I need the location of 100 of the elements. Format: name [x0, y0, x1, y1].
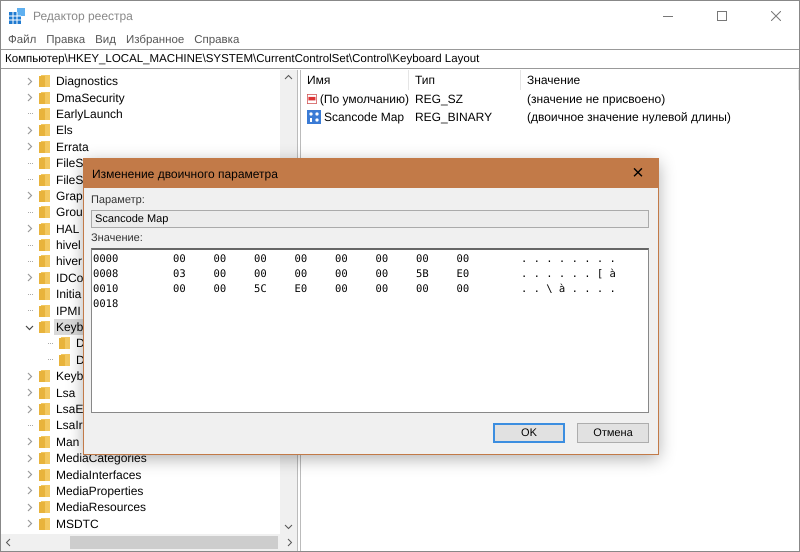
chevron-right-icon[interactable] — [25, 224, 34, 234]
chevron-down-icon[interactable] — [25, 322, 34, 332]
hex-ascii: . . . . . . [ à — [521, 268, 616, 280]
menu-item[interactable]: Файл — [3, 34, 42, 46]
scroll-right-icon[interactable] — [287, 538, 293, 547]
hex-byte: 00 — [335, 252, 349, 264]
value-data-cell-text: (значение не присвоено) — [526, 91, 666, 108]
dialog-button[interactable]: OK — [493, 423, 565, 443]
chevron-right-icon[interactable] — [25, 470, 34, 480]
tree-item[interactable]: MediaResources — [54, 499, 148, 516]
folder-icon — [38, 254, 51, 268]
folder-icon — [38, 468, 51, 482]
dialog-close-button[interactable]: × — [618, 159, 658, 188]
tree-item[interactable]: LsaE — [54, 401, 86, 417]
hex-editor-field[interactable]: 0000 00 00 00 00 00 00 00 00 . . . . . . . . 0008 03 00 00 00 00 00 5B E0 . . . . . . [ à 0010 00 00 5C E0 00 00 00 00 . . \ à . . . . 0018 — [91, 248, 649, 413]
hex-byte: 00 — [376, 268, 390, 280]
tree-item[interactable]: FileS — [54, 155, 86, 172]
chevron-right-icon[interactable] — [25, 486, 34, 496]
tree-item[interactable]: Lsa — [54, 384, 78, 401]
folder-icon — [38, 451, 51, 466]
menu-item[interactable]: Правка — [41, 34, 90, 46]
folder-icon — [38, 304, 51, 318]
tree-item[interactable]: Grou — [54, 204, 85, 220]
column-header[interactable]: Значение — [521, 70, 799, 90]
tree-item[interactable]: Diagnostics — [54, 73, 120, 90]
scroll-down-icon[interactable] — [284, 524, 293, 530]
chevron-right-icon[interactable] — [25, 191, 34, 200]
column-header[interactable]: Тип — [409, 70, 521, 90]
value-name-cell[interactable]: Scancode Map — [301, 108, 409, 126]
address-bar[interactable]: Компьютер\HKEY_LOCAL_MACHINE\SYSTEM\CurrentControlSet\Control\Keyboard Layout — [1, 49, 799, 69]
chevron-right-icon[interactable] — [25, 372, 34, 381]
chevron-right-icon[interactable] — [25, 454, 34, 463]
hex-address: 0000 — [93, 252, 120, 264]
scrollbar-thumb[interactable] — [70, 536, 278, 549]
menu-item[interactable]: Избранное — [120, 34, 190, 46]
tree-item[interactable]: Keyb — [54, 319, 86, 336]
value-name-cell[interactable]: (По умолчанию) — [301, 90, 409, 108]
hex-byte: 00 — [214, 282, 228, 294]
hex-byte: 00 — [416, 282, 430, 294]
window-title: Редактор реестра — [33, 9, 134, 23]
chevron-right-icon[interactable] — [25, 519, 34, 528]
horizontal-scrollbar[interactable] — [1, 534, 297, 551]
scroll-left-icon[interactable] — [5, 538, 11, 547]
tree-item[interactable]: IDCo — [54, 270, 86, 286]
hex-byte: 00 — [254, 268, 268, 280]
folder-icon — [38, 188, 51, 203]
scroll-up-icon[interactable] — [284, 74, 293, 80]
hex-byte: 00 — [214, 252, 228, 264]
dialog-title: Изменение двоичного параметра — [92, 166, 279, 180]
hex-byte: E0 — [456, 268, 470, 280]
close-icon[interactable] — [771, 11, 781, 21]
chevron-right-icon[interactable] — [25, 404, 34, 414]
tree-item[interactable]: Keyb — [54, 368, 86, 384]
chevron-right-icon[interactable] — [25, 126, 34, 135]
tree-item[interactable]: HAL — [54, 220, 82, 237]
tree-item[interactable]: Initia — [54, 286, 84, 302]
column-header[interactable]: Имя — [301, 70, 409, 90]
folder-icon — [38, 140, 51, 154]
menu-item[interactable]: Справка — [189, 34, 244, 46]
hex-address: 0008 — [93, 268, 120, 280]
chevron-right-icon[interactable] — [25, 142, 34, 152]
chevron-right-icon[interactable] — [25, 93, 34, 102]
tree-item[interactable]: hiver — [54, 253, 84, 270]
tree-item[interactable]: Errata — [54, 138, 91, 155]
chevron-right-icon[interactable] — [25, 502, 34, 512]
tree-item[interactable]: DmaSecurity — [54, 90, 127, 106]
folder-icon — [38, 123, 51, 138]
hex-byte: 03 — [173, 268, 187, 280]
hex-byte: 00 — [416, 252, 430, 264]
tree-item[interactable]: MSDTC — [54, 516, 101, 532]
hex-byte: 00 — [254, 252, 268, 264]
folder-icon — [38, 238, 51, 252]
folder-icon — [38, 516, 51, 531]
chevron-right-icon[interactable] — [25, 76, 34, 86]
tree-item[interactable]: hivel — [54, 237, 83, 254]
hex-byte: 00 — [294, 268, 308, 280]
hex-byte: 00 — [173, 252, 187, 264]
folder-icon — [38, 287, 51, 302]
maximize-icon[interactable] — [717, 11, 727, 21]
tree-item[interactable]: MediaProperties — [54, 482, 146, 499]
menu-item[interactable]: Вид — [90, 34, 121, 46]
tree-item[interactable]: Man — [54, 434, 82, 450]
dialog-button[interactable]: Отмена — [577, 423, 649, 443]
string-value-icon — [307, 92, 317, 106]
tree-item[interactable]: MediaInterfaces — [54, 466, 144, 483]
chevron-right-icon[interactable] — [25, 388, 34, 398]
tree-item[interactable]: IPMI — [54, 302, 83, 319]
hex-byte: 00 — [335, 268, 349, 280]
tree-item[interactable]: LsaIr — [54, 417, 85, 434]
value-name: (По умолчанию) — [320, 92, 409, 106]
folder-icon — [38, 369, 51, 384]
chevron-right-icon[interactable] — [25, 437, 34, 446]
hex-byte: 00 — [456, 282, 470, 294]
chevron-right-icon[interactable] — [25, 273, 34, 282]
tree-item[interactable]: Els — [54, 122, 75, 138]
hex-byte: 00 — [376, 252, 390, 264]
tree-item[interactable]: EarlyLaunch — [54, 106, 125, 122]
tree-item[interactable]: Grap — [54, 188, 85, 204]
tree-item[interactable]: MediaCategories — [54, 450, 149, 466]
tree-item[interactable]: FileS — [54, 172, 86, 188]
